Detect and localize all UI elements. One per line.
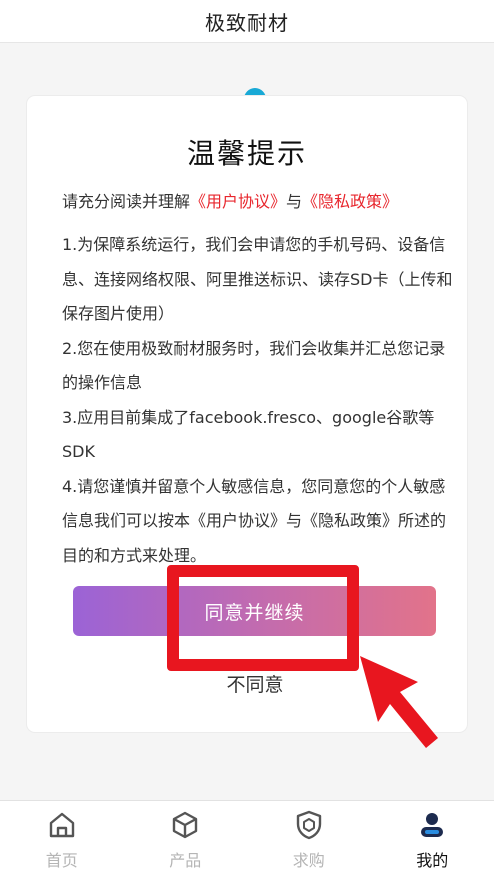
notice-item-3: 3.应用目前集成了facebook.fresco、google谷歌等SDK [62, 401, 454, 470]
user-icon [416, 809, 448, 841]
notice-item-1: 1.为保障系统运行，我们会申请您的手机号码、设备信息、连接网络权限、阿里推送标识… [62, 228, 454, 332]
pointer-arrow-icon [352, 652, 442, 752]
tab-home[interactable]: 首页 [0, 801, 124, 873]
tab-purchase[interactable]: 求购 [247, 801, 371, 873]
dialog-intro: 请充分阅读并理解《用户协议》与《隐私政策》 [62, 190, 452, 214]
privacy-policy-link[interactable]: 《隐私政策》 [302, 192, 398, 211]
dialog-title: 温馨提示 [0, 132, 494, 172]
intro-and: 与 [286, 192, 302, 211]
tab-label: 产品 [169, 847, 201, 871]
dialog-body: 1.为保障系统运行，我们会申请您的手机号码、设备信息、连接网络权限、阿里推送标识… [62, 228, 454, 573]
tab-products[interactable]: 产品 [124, 801, 248, 873]
app-header: 极致耐材 [0, 0, 494, 43]
notice-item-4: 4.请您谨慎并留意个人敏感信息，您同意您的个人敏感信息我们可以按本《用户协议》与… [62, 470, 454, 574]
notice-item-2: 2.您在使用极致耐材服务时，我们会收集并汇总您记录的操作信息 [62, 332, 454, 401]
bottom-tab-bar: 首页 产品 求购 我的 [0, 800, 494, 873]
tab-label: 求购 [293, 847, 325, 871]
shield-icon [293, 809, 325, 841]
intro-text: 请充分阅读并理解 [62, 192, 190, 211]
tab-mine[interactable]: 我的 [371, 801, 494, 873]
tab-label: 首页 [46, 847, 78, 871]
tab-label: 我的 [416, 847, 448, 871]
home-icon [46, 809, 78, 841]
cube-icon [169, 809, 201, 841]
user-agreement-link[interactable]: 《用户协议》 [190, 192, 286, 211]
page-title: 极致耐材 [205, 7, 289, 36]
agree-continue-button[interactable]: 同意并继续 [73, 586, 436, 636]
